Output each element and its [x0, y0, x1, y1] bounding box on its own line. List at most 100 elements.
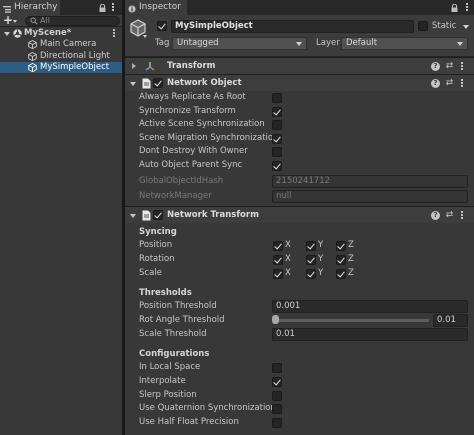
network-object-enabled-toggle[interactable] [153, 78, 163, 88]
network-object-header-icons: ? ⇄ [431, 79, 469, 89]
network-object-property-toggle[interactable] [272, 93, 282, 103]
network-object-property-label: Always Replicate As Root [139, 92, 246, 102]
hierarchy-list-icon [3, 4, 11, 13]
readonly-property-label: NetworkManager [139, 191, 212, 201]
sync-y-toggle[interactable] [306, 254, 316, 265]
axis-y-label: Y [318, 253, 324, 264]
position-threshold-field[interactable]: 0.001 [272, 300, 468, 313]
sync-z-toggle[interactable] [336, 254, 346, 265]
scale-threshold-label: Scale Threshold [139, 329, 207, 339]
gameobject-cube-icon[interactable] [128, 18, 148, 41]
tag-dropdown[interactable]: Untagged [172, 37, 307, 50]
layer-dropdown[interactable]: Default [341, 37, 468, 50]
network-object-property-label: Synchronize Transform [139, 105, 236, 116]
hierarchy-item[interactable]: Main Camera [0, 39, 122, 50]
sync-z-toggle[interactable] [336, 241, 346, 251]
network-transform-title: Network Transform [167, 210, 259, 220]
object-active-toggle[interactable] [157, 21, 167, 31]
hierarchy-search-field[interactable]: All [25, 16, 120, 26]
configuration-label: Use Quaternion Synchronization [139, 403, 276, 414]
rot-angle-slider-track[interactable] [274, 319, 429, 322]
component-menu-icon[interactable] [461, 79, 464, 88]
rot-angle-slider-thumb[interactable] [272, 315, 279, 324]
hierarchy-menu-icon[interactable] [112, 3, 115, 12]
inspector-menu-icon[interactable] [466, 3, 469, 12]
network-transform-header-icons: ? ⇄ [431, 211, 469, 221]
network-object-property-toggle[interactable] [272, 106, 282, 117]
sync-row-label: Rotation [139, 253, 175, 264]
static-dropdown-caret[interactable] [463, 25, 469, 29]
configurations-section-label: Configurations [139, 349, 210, 359]
network-object-property-toggle[interactable] [272, 147, 282, 158]
component-menu-icon[interactable] [461, 62, 464, 71]
network-object-property-toggle[interactable] [272, 133, 282, 144]
configuration-toggle[interactable] [272, 363, 282, 373]
sync-y-toggle[interactable] [306, 241, 316, 251]
position-threshold-label: Position Threshold [139, 301, 217, 311]
static-toggle[interactable] [418, 21, 428, 31]
gameobject-icon [28, 62, 37, 73]
gameobject-icon [28, 51, 37, 61]
scene-menu-icon[interactable] [113, 29, 116, 38]
network-object-header[interactable]: Network Object ? ⇄ [125, 74, 474, 91]
network-object-title: Network Object [167, 78, 242, 88]
network-object-foldout-icon[interactable] [130, 82, 136, 86]
configuration-toggle[interactable] [272, 404, 282, 415]
network-object-property-toggle[interactable] [272, 161, 282, 171]
hierarchy-item-label: Directional Light [40, 50, 110, 61]
hierarchy-item[interactable]: MySimpleObject [0, 62, 122, 73]
presets-icon[interactable]: ⇄ [445, 79, 454, 88]
object-name-field[interactable]: MySimpleObject [171, 20, 414, 33]
sync-x-toggle[interactable] [273, 241, 283, 251]
axis-z-label: Z [348, 253, 354, 264]
component-menu-icon[interactable] [461, 211, 464, 220]
network-object-property-toggle[interactable] [272, 120, 282, 131]
chevron-down-icon [457, 42, 463, 46]
configuration-toggle[interactable] [272, 390, 282, 401]
transform-foldout-icon[interactable] [132, 63, 136, 69]
network-object-property-label: Active Scene Synchronization [139, 119, 265, 130]
sync-z-toggle[interactable] [336, 268, 346, 279]
network-transform-foldout-icon[interactable] [130, 214, 136, 218]
readonly-property-value: 2150241712 [276, 176, 331, 186]
static-label: Static [432, 21, 457, 31]
transform-header[interactable]: Transform ? ⇄ [125, 57, 474, 74]
sync-x-toggle[interactable] [273, 268, 283, 279]
scene-foldout-icon[interactable] [4, 32, 10, 36]
sync-y-toggle[interactable] [306, 268, 316, 279]
scale-threshold-field[interactable]: 0.01 [272, 328, 468, 341]
network-transform-enabled-toggle[interactable] [153, 210, 163, 220]
hierarchy-item-label: MySimpleObject [40, 62, 110, 72]
inspector-lock-icon[interactable] [451, 3, 458, 12]
object-name-value: MySimpleObject [175, 21, 253, 31]
scene-row[interactable]: MyScene* [0, 28, 122, 39]
script-icon [142, 78, 151, 92]
configuration-label: Slerp Position [139, 389, 197, 400]
sync-x-toggle[interactable] [273, 254, 283, 265]
rot-angle-threshold-field[interactable]: 0.01 [433, 314, 468, 327]
tag-label: Tag [155, 38, 170, 48]
presets-icon[interactable]: ⇄ [445, 211, 454, 220]
readonly-property-label: GlobalObjectIdHash [139, 176, 224, 186]
syncing-section-label: Syncing [139, 227, 177, 237]
scene-name: MyScene* [24, 28, 72, 38]
tab-inspector[interactable]: Inspector [125, 0, 187, 15]
help-icon[interactable]: ? [431, 62, 440, 71]
axis-x-label: X [285, 253, 291, 264]
axis-y-label: Y [318, 240, 324, 250]
help-icon[interactable]: ? [431, 211, 440, 220]
presets-icon[interactable]: ⇄ [445, 62, 454, 71]
configuration-toggle[interactable] [272, 418, 282, 429]
hierarchy-add-button[interactable]: + [2, 13, 19, 27]
hierarchy-item-label: Main Camera [40, 39, 97, 49]
search-placeholder: All [40, 16, 50, 25]
sync-row-label: Position [139, 240, 173, 250]
network-transform-header[interactable]: Network Transform ? ⇄ [125, 206, 474, 223]
configuration-toggle[interactable] [272, 376, 282, 387]
hierarchy-lock-icon[interactable] [99, 3, 106, 12]
chevron-down-icon [296, 42, 302, 46]
help-icon[interactable]: ? [431, 79, 440, 88]
info-icon [128, 4, 136, 13]
hierarchy-item[interactable]: Directional Light [0, 51, 122, 62]
axis-z-label: Z [348, 240, 354, 250]
